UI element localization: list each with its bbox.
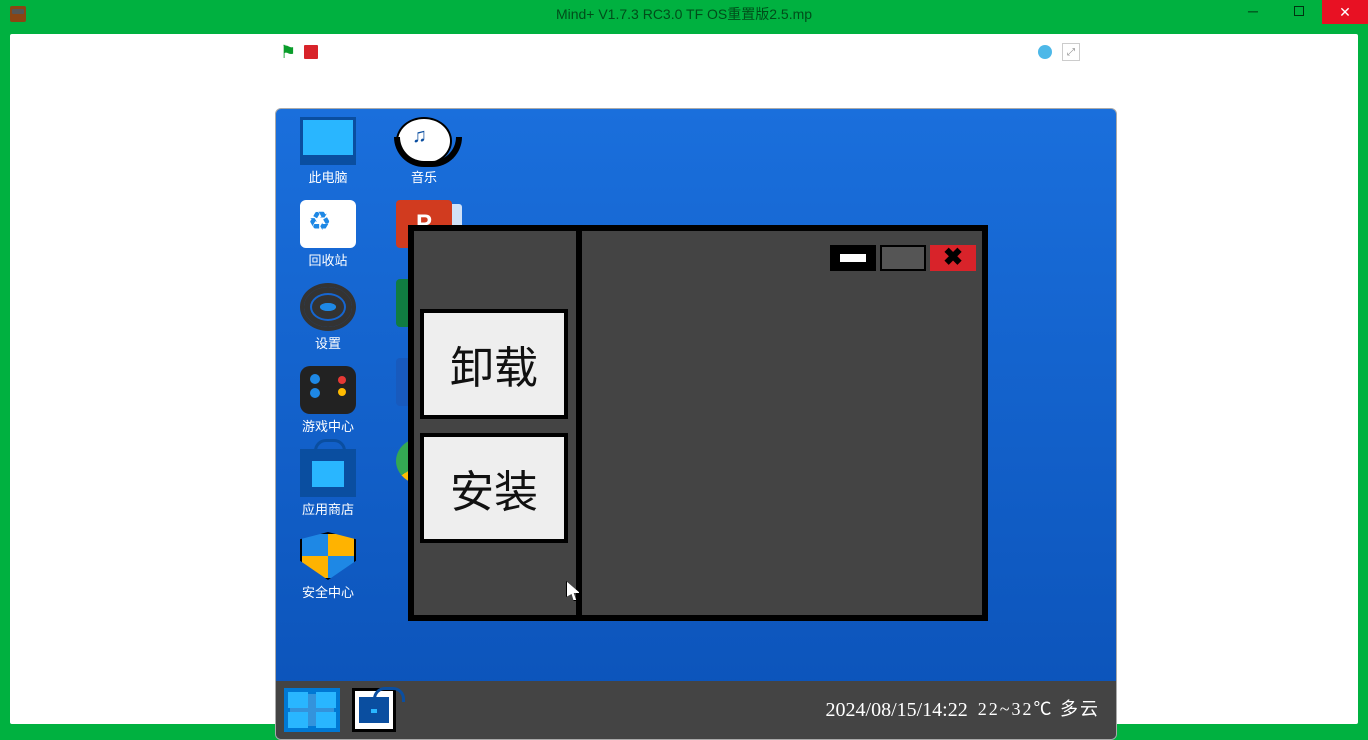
- stage-toolbar: ⚑ ⤢: [266, 34, 1102, 70]
- label: 游戏中心: [288, 416, 368, 435]
- desktop-icon-music[interactable]: 音乐: [384, 117, 464, 186]
- stop-icon[interactable]: [304, 45, 318, 59]
- modal-minimize-button[interactable]: [830, 245, 876, 271]
- label: 回收站: [288, 250, 368, 269]
- green-flag-icon[interactable]: ⚑: [280, 42, 296, 63]
- taskbar: 2024/08/15/14:22 22~32℃ 多云: [276, 681, 1116, 739]
- store-icon: [300, 449, 356, 497]
- uninstall-button[interactable]: 卸载: [420, 309, 568, 419]
- desktop-icon-settings[interactable]: 设置: [288, 283, 368, 352]
- install-button[interactable]: 安装: [420, 433, 568, 543]
- modal-close-button[interactable]: ✖: [930, 245, 976, 271]
- taskbar-right: 2024/08/15/14:22 22~32℃ 多云: [826, 699, 1108, 721]
- modal-maximize-button[interactable]: [880, 245, 926, 271]
- taskbar-datetime: 2024/08/15/14:22: [826, 699, 968, 721]
- shield-icon: [300, 532, 356, 580]
- app-icon: [10, 6, 26, 22]
- stage-wrap: ⚑ ⤢ 此电脑 回收站 设置 游戏中心: [10, 34, 1358, 724]
- headphones-icon: [396, 117, 452, 165]
- maximize-button[interactable]: [1276, 0, 1322, 22]
- start-button[interactable]: [284, 688, 340, 732]
- pc-icon: [300, 117, 356, 165]
- modal-window-buttons: ✖: [830, 245, 976, 271]
- label: 音乐: [384, 167, 464, 186]
- desktop-icon-recycle-bin[interactable]: 回收站: [288, 200, 368, 269]
- turbo-icon[interactable]: [1038, 45, 1052, 59]
- gamepad-icon: [300, 366, 356, 414]
- taskbar-app-store[interactable]: [352, 688, 396, 732]
- modal-main: ✖: [588, 231, 982, 615]
- minimize-button[interactable]: ─: [1230, 0, 1276, 22]
- gear-icon: [300, 283, 356, 331]
- app-manager-window: 卸载 安装 ✖: [408, 225, 988, 621]
- desktop-icon-app-store[interactable]: 应用商店: [288, 449, 368, 518]
- taskbar-weather: 22~32℃ 多云: [978, 700, 1100, 720]
- desktop-icon-game-center[interactable]: 游戏中心: [288, 366, 368, 435]
- fullscreen-icon[interactable]: ⤢: [1062, 43, 1080, 61]
- close-button[interactable]: ✕: [1322, 0, 1368, 24]
- desktop-icon-security[interactable]: 安全中心: [288, 532, 368, 601]
- desktop-icon-this-pc[interactable]: 此电脑: [288, 117, 368, 186]
- label: 设置: [288, 333, 368, 352]
- stage: 此电脑 回收站 设置 游戏中心 应用商店 安全中心: [275, 108, 1117, 740]
- label: 安全中心: [288, 582, 368, 601]
- label: 应用商店: [288, 499, 368, 518]
- recycle-bin-icon: [300, 200, 356, 248]
- sidebar: 卸载 安装: [414, 231, 582, 615]
- titlebar: Mind+ V1.7.3 RC3.0 TF OS重置版2.5.mp ─ ✕: [0, 0, 1368, 28]
- store-icon: [359, 697, 389, 723]
- window-title: Mind+ V1.7.3 RC3.0 TF OS重置版2.5.mp: [556, 4, 812, 24]
- window-buttons: ─ ✕: [1230, 0, 1368, 24]
- label: 此电脑: [288, 167, 368, 186]
- desktop-column-1: 此电脑 回收站 设置 游戏中心 应用商店 安全中心: [288, 117, 368, 615]
